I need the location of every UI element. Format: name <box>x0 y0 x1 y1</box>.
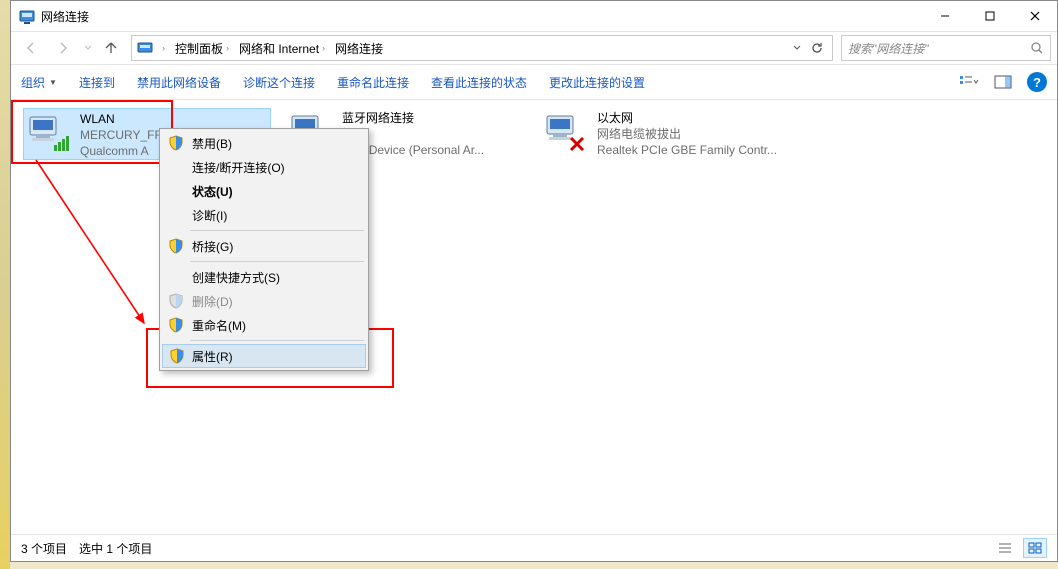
ctx-disable[interactable]: 禁用(B) <box>162 131 366 155</box>
nav-up-button[interactable] <box>99 40 123 56</box>
connection-name: 以太网 <box>597 110 777 126</box>
search-placeholder: 搜索"网络连接" <box>848 40 929 57</box>
address-icon <box>136 39 154 57</box>
breadcrumb-label: 控制面板 <box>175 40 223 57</box>
nav-back-button[interactable] <box>17 36 45 60</box>
ctx-separator <box>190 340 364 341</box>
cmd-label: 禁用此网络设备 <box>137 74 221 91</box>
shield-icon <box>169 348 185 364</box>
cmd-organize[interactable]: 组织▼ <box>21 74 57 91</box>
cmd-label: 组织 <box>21 74 45 91</box>
nav-forward-button[interactable] <box>49 36 77 60</box>
connection-item-ethernet[interactable]: 以太网 网络电缆被拔出 Realtek PCIe GBE Family Cont… <box>541 108 801 160</box>
help-button[interactable]: ? <box>1027 72 1047 92</box>
details-view-button[interactable] <box>993 538 1017 558</box>
shield-icon <box>168 135 184 151</box>
status-item-count: 3 个项目 <box>21 540 67 557</box>
annotation-arrow <box>26 155 166 335</box>
window-icon <box>19 8 35 24</box>
content-area[interactable]: WLAN MERCURY_FF Qualcomm A <box>11 100 1057 532</box>
ctx-label: 属性(R) <box>192 348 233 365</box>
ctx-properties[interactable]: 属性(R) <box>162 344 366 368</box>
navbar: › 控制面板› 网络和 Internet› 网络连接 搜索"网络连接" <box>11 31 1057 65</box>
large-icons-view-button[interactable] <box>1023 538 1047 558</box>
maximize-button[interactable] <box>967 1 1012 30</box>
status-bar: 3 个项目 选中 1 个项目 <box>11 534 1057 561</box>
cmd-label: 重命名此连接 <box>337 74 409 91</box>
ctx-label: 禁用(B) <box>192 135 232 152</box>
address-bar[interactable]: › 控制面板› 网络和 Internet› 网络连接 <box>131 35 833 61</box>
ctx-label: 创建快捷方式(S) <box>192 269 280 286</box>
ctx-label: 诊断(I) <box>192 207 227 224</box>
ctx-create-shortcut[interactable]: 创建快捷方式(S) <box>162 265 366 289</box>
ctx-label: 连接/断开连接(O) <box>192 159 285 176</box>
cmd-label: 查看此连接的状态 <box>431 74 527 91</box>
ctx-separator <box>190 261 364 262</box>
ctx-label: 重命名(M) <box>192 317 246 334</box>
view-options-button[interactable] <box>959 72 979 92</box>
cmd-label: 诊断这个连接 <box>243 74 315 91</box>
minimize-button[interactable] <box>922 1 967 30</box>
breadcrumb-root-chevron[interactable]: › <box>158 41 169 55</box>
command-bar: 组织▼ 连接到 禁用此网络设备 诊断这个连接 重命名此连接 查看此连接的状态 更… <box>11 65 1057 100</box>
cmd-rename[interactable]: 重命名此连接 <box>337 74 409 91</box>
desktop-edge <box>0 0 10 569</box>
nav-history-dropdown[interactable] <box>81 44 95 52</box>
ctx-label: 状态(U) <box>192 183 233 200</box>
ctx-label: 桥接(G) <box>192 238 233 255</box>
window: 网络连接 › 控制面板› 网络和 Internet› 网络连接 <box>10 0 1058 562</box>
search-input[interactable]: 搜索"网络连接" <box>841 35 1051 61</box>
search-icon <box>1030 41 1044 55</box>
wifi-adapter-icon <box>26 111 74 155</box>
titlebar: 网络连接 <box>11 1 1057 31</box>
address-dropdown-icon[interactable] <box>792 43 802 53</box>
cmd-disable-device[interactable]: 禁用此网络设备 <box>137 74 221 91</box>
close-button[interactable] <box>1012 1 1057 30</box>
shield-icon <box>168 317 184 333</box>
breadcrumb-item[interactable]: 网络和 Internet› <box>235 38 329 59</box>
context-menu: 禁用(B) 连接/断开连接(O) 状态(U) 诊断(I) 桥接(G) 创建快捷方… <box>159 128 369 371</box>
connection-name: 蓝牙网络连接 <box>342 110 484 126</box>
breadcrumb-label: 网络连接 <box>335 40 383 57</box>
refresh-icon[interactable] <box>810 41 824 55</box>
cmd-label: 更改此连接的设置 <box>549 74 645 91</box>
ctx-separator <box>190 230 364 231</box>
connection-device: Qualcomm A <box>80 143 162 159</box>
breadcrumb-label: 网络和 Internet <box>239 40 319 57</box>
cmd-connect-to[interactable]: 连接到 <box>79 74 115 91</box>
shield-icon <box>168 293 184 309</box>
cmd-view-status[interactable]: 查看此连接的状态 <box>431 74 527 91</box>
breadcrumb-item[interactable]: 控制面板› <box>171 38 233 59</box>
ctx-label: 删除(D) <box>192 293 233 310</box>
ctx-bridge[interactable]: 桥接(G) <box>162 234 366 258</box>
connection-ssid: MERCURY_FF <box>80 127 162 143</box>
ctx-delete[interactable]: 删除(D) <box>162 289 366 313</box>
ethernet-adapter-icon <box>543 110 591 154</box>
ctx-status[interactable]: 状态(U) <box>162 179 366 203</box>
ctx-rename[interactable]: 重命名(M) <box>162 313 366 337</box>
cmd-label: 连接到 <box>79 74 115 91</box>
ctx-connect-disconnect[interactable]: 连接/断开连接(O) <box>162 155 366 179</box>
connection-status: 网络电缆被拔出 <box>597 126 777 142</box>
shield-icon <box>168 238 184 254</box>
connection-device: Realtek PCIe GBE Family Contr... <box>597 142 777 158</box>
ctx-diagnose[interactable]: 诊断(I) <box>162 203 366 227</box>
status-selection-count: 选中 1 个项目 <box>79 540 152 557</box>
window-title: 网络连接 <box>41 8 89 25</box>
breadcrumb-item[interactable]: 网络连接 <box>331 38 387 59</box>
cmd-change-settings[interactable]: 更改此连接的设置 <box>549 74 645 91</box>
connection-name: WLAN <box>80 111 162 127</box>
preview-pane-button[interactable] <box>993 72 1013 92</box>
cmd-diagnose[interactable]: 诊断这个连接 <box>243 74 315 91</box>
